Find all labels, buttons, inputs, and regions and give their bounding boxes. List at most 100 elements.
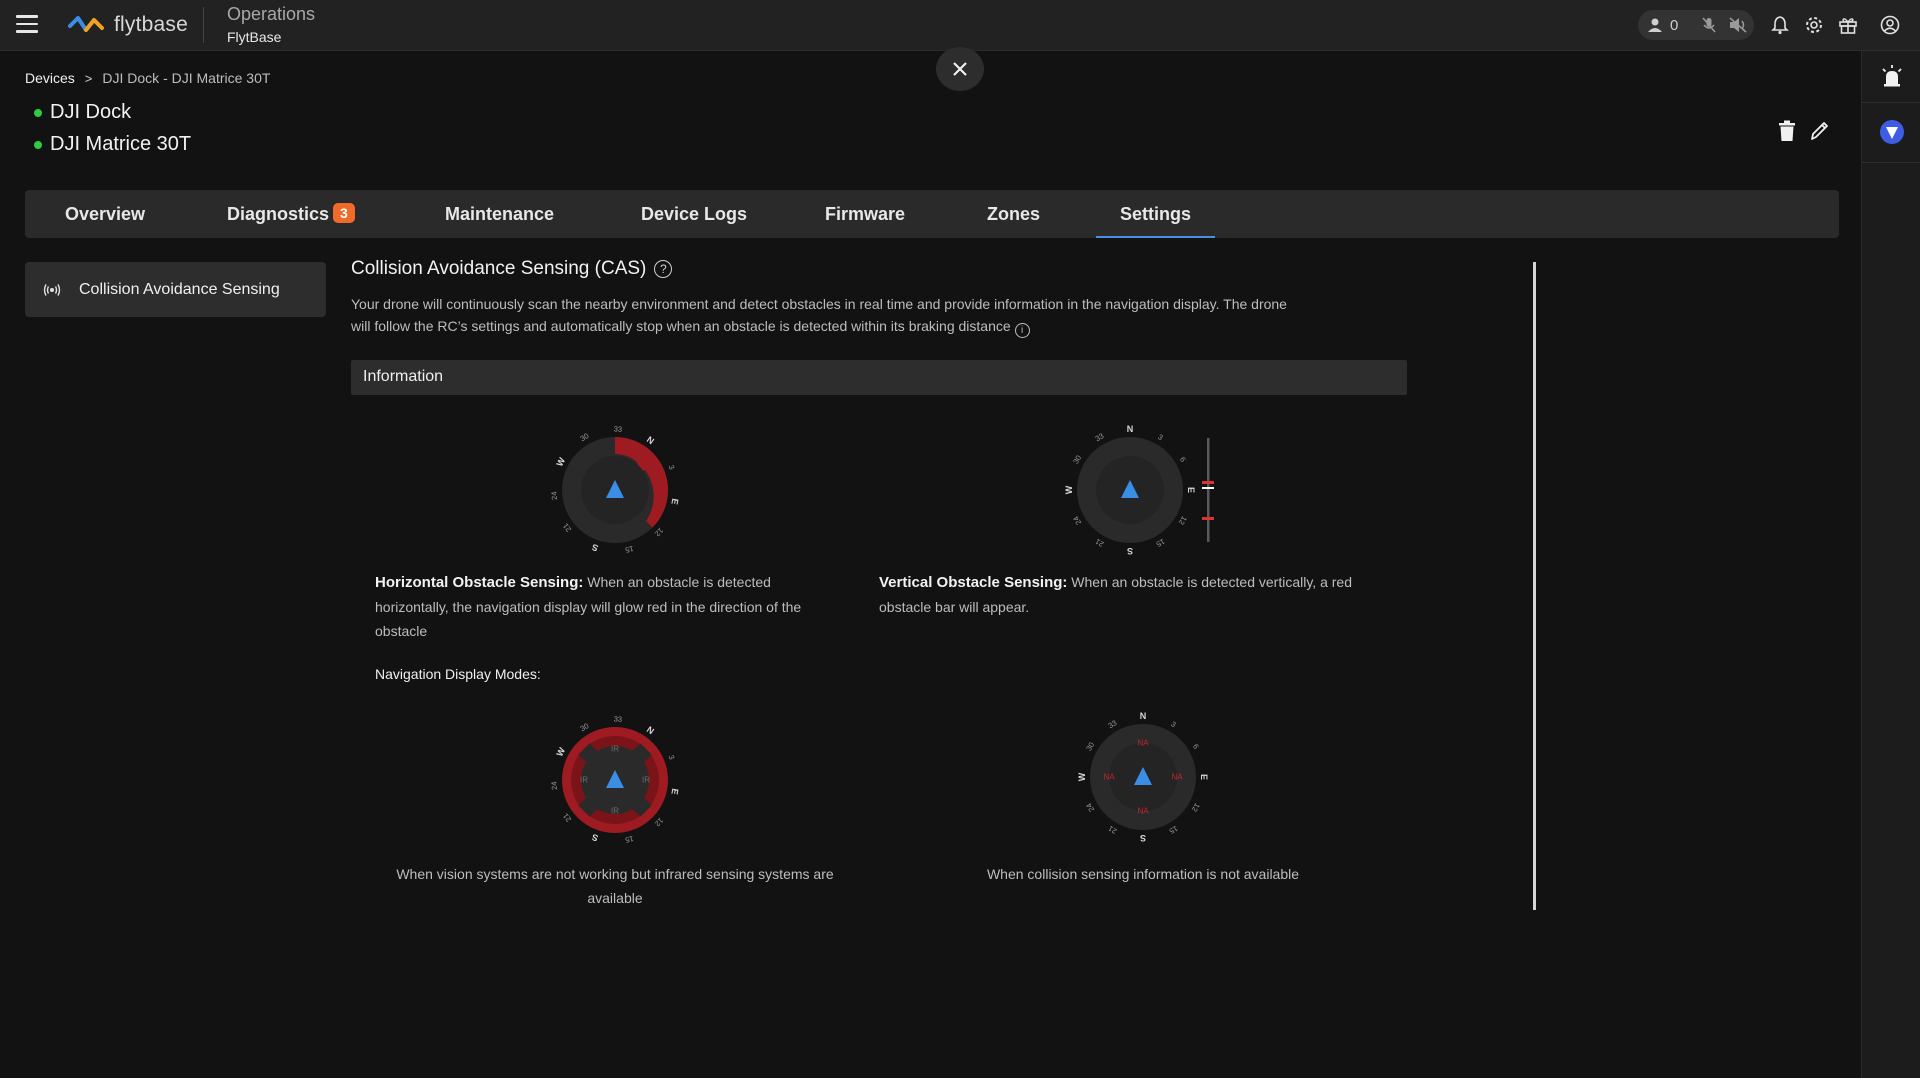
tab-firmware[interactable]: Firmware bbox=[825, 190, 905, 238]
compass-label: E bbox=[669, 788, 680, 796]
device-name: DJI Dock bbox=[50, 101, 132, 123]
top-bar: flytbase Operations FlytBase 0 bbox=[0, 0, 1920, 51]
info-icon[interactable]: i bbox=[1014, 322, 1030, 338]
compass-label: 30 bbox=[1071, 454, 1083, 466]
sidebar-item-collision-avoidance[interactable]: Collision Avoidance Sensing bbox=[25, 262, 326, 317]
compass-label: 24 bbox=[549, 781, 559, 790]
speaker-muted[interactable] bbox=[1728, 16, 1748, 34]
close-button[interactable] bbox=[936, 47, 984, 91]
vertical-obstacle-gauge: N 3 6 E 12 15 S 21 24 W 30 33 bbox=[1064, 424, 1214, 556]
delete-icon[interactable] bbox=[1776, 119, 1798, 143]
na-mode-gauge: NA NA NA NA N 3 6 E 12 15 S 21 24 W 30 33 bbox=[1077, 711, 1209, 843]
mic-muted[interactable] bbox=[1700, 16, 1718, 34]
compass-label: 3 bbox=[667, 754, 677, 761]
logo-text: flytbase bbox=[114, 13, 188, 36]
tab-diagnostics[interactable]: Diagnostics 3 bbox=[227, 190, 355, 238]
breadcrumb-devices-link[interactable]: Devices bbox=[25, 70, 75, 86]
ir-mode-caption: When vision systems are not working but … bbox=[396, 866, 834, 906]
status-dot bbox=[34, 140, 42, 149]
breadcrumb: Devices > DJI Dock - DJI Matrice 30T bbox=[25, 70, 270, 86]
compass-label: 3 bbox=[667, 464, 677, 471]
scrollbar-thumb[interactable] bbox=[1533, 262, 1536, 910]
compass-label: 33 bbox=[1094, 431, 1106, 443]
rail-divider bbox=[1862, 162, 1920, 163]
compass-label: W bbox=[1077, 772, 1087, 781]
users-icon bbox=[1648, 18, 1662, 32]
bell-icon[interactable] bbox=[1770, 15, 1790, 35]
compass-label: 12 bbox=[653, 526, 665, 538]
horizontal-obstacle-gauge: 30 33 N 3 E 12 15 S 21 24 W bbox=[549, 424, 680, 554]
information-section-header: Information bbox=[351, 360, 1407, 395]
org-name[interactable]: FlytBase bbox=[227, 29, 281, 45]
compass-label: 30 bbox=[579, 721, 591, 733]
gift-icon[interactable] bbox=[1838, 15, 1858, 35]
compass-label: 6 bbox=[1191, 742, 1201, 750]
tab-maintenance[interactable]: Maintenance bbox=[445, 190, 554, 238]
tab-zones[interactable]: Zones bbox=[987, 190, 1040, 238]
compass-label: 12 bbox=[653, 816, 665, 828]
alarm-icon[interactable] bbox=[1880, 64, 1904, 88]
account-icon[interactable] bbox=[1880, 15, 1900, 35]
sensor-status-label: IR bbox=[580, 776, 588, 785]
compass-label: W bbox=[1064, 485, 1074, 494]
compass-label: 30 bbox=[579, 431, 591, 443]
sensor-status-label: IR bbox=[611, 807, 619, 816]
vertical-bar-track bbox=[1207, 438, 1210, 542]
tab-settings[interactable]: Settings bbox=[1095, 190, 1216, 238]
compass-label: 21 bbox=[561, 812, 573, 824]
user-count[interactable]: 0 bbox=[1648, 17, 1678, 34]
compass-label: N bbox=[645, 434, 656, 446]
horizontal-sensing-description: Horizontal Obstacle Sensing: When an obs… bbox=[375, 570, 845, 643]
compass-label: 15 bbox=[1168, 824, 1180, 836]
compass-label: 24 bbox=[549, 491, 559, 500]
broadcast-icon bbox=[43, 283, 61, 296]
tab-overview[interactable]: Overview bbox=[65, 190, 145, 238]
compass-label: N bbox=[1127, 424, 1134, 434]
tab-device-logs[interactable]: Device Logs bbox=[641, 190, 747, 238]
compass-label: S bbox=[1127, 546, 1133, 556]
logo[interactable]: flytbase bbox=[68, 13, 188, 37]
flight-icon[interactable] bbox=[1879, 119, 1905, 145]
na-mode-caption: When collision sensing information is no… bbox=[986, 866, 1300, 882]
compass-label: 33 bbox=[614, 424, 623, 433]
cas-description-text: Your drone will continuously scan the ne… bbox=[351, 296, 1287, 334]
vertical-sensing-title: Vertical Obstacle Sensing: bbox=[879, 574, 1068, 591]
status-pill-group: 0 bbox=[1638, 10, 1754, 40]
compass-label: 33 bbox=[614, 714, 623, 723]
user-count-value: 0 bbox=[1670, 16, 1679, 34]
cas-description: Your drone will continuously scan the ne… bbox=[351, 294, 1301, 338]
sensor-status-label: NA bbox=[1103, 773, 1115, 782]
device-name: DJI Matrice 30T bbox=[50, 133, 192, 155]
compass-label: 3 bbox=[1169, 719, 1177, 729]
compass-label: 6 bbox=[1178, 455, 1188, 463]
sensor-status-label: IR bbox=[642, 776, 650, 785]
help-icon[interactable]: ? bbox=[654, 260, 673, 278]
ir-mode-gauge: IR IR IR IR 30 33 N 3 E 12 15 S 21 24 W bbox=[549, 714, 680, 845]
compass-label: N bbox=[645, 724, 656, 736]
horizontal-sensing-title: Horizontal Obstacle Sensing: bbox=[375, 574, 584, 591]
diagnostics-badge: 3 bbox=[333, 203, 355, 223]
compass-label: N bbox=[1140, 711, 1147, 721]
device-tabs: Overview Diagnostics 3 Maintenance Device… bbox=[25, 190, 1839, 238]
page-title: Collision Avoidance Sensing (CAS) ? bbox=[351, 258, 673, 280]
compass-label: 15 bbox=[1155, 537, 1167, 549]
compass-label: 15 bbox=[624, 834, 634, 845]
compass-label: 30 bbox=[1084, 741, 1096, 753]
breadcrumb-current: DJI Dock - DJI Matrice 30T bbox=[102, 70, 271, 86]
compass-label: 12 bbox=[1190, 802, 1202, 814]
edit-icon[interactable] bbox=[1808, 119, 1830, 143]
tab-label: Overview bbox=[65, 204, 146, 224]
sensor-status-label: NA bbox=[1137, 739, 1149, 748]
nav-modes-label: Navigation Display Modes: bbox=[375, 666, 541, 682]
menu-icon[interactable] bbox=[16, 15, 38, 35]
compass-label: E bbox=[669, 498, 680, 506]
header-divider bbox=[203, 7, 204, 43]
compass-label: S bbox=[1140, 833, 1146, 843]
gear-icon[interactable] bbox=[1804, 15, 1824, 35]
compass-label: W bbox=[554, 455, 567, 468]
compass-label: 21 bbox=[1107, 824, 1119, 836]
compass-label: 12 bbox=[1177, 515, 1189, 527]
sensor-status-label: NA bbox=[1137, 807, 1149, 816]
vertical-bar-indicator bbox=[1202, 487, 1214, 489]
app-title: Operations bbox=[227, 4, 316, 24]
